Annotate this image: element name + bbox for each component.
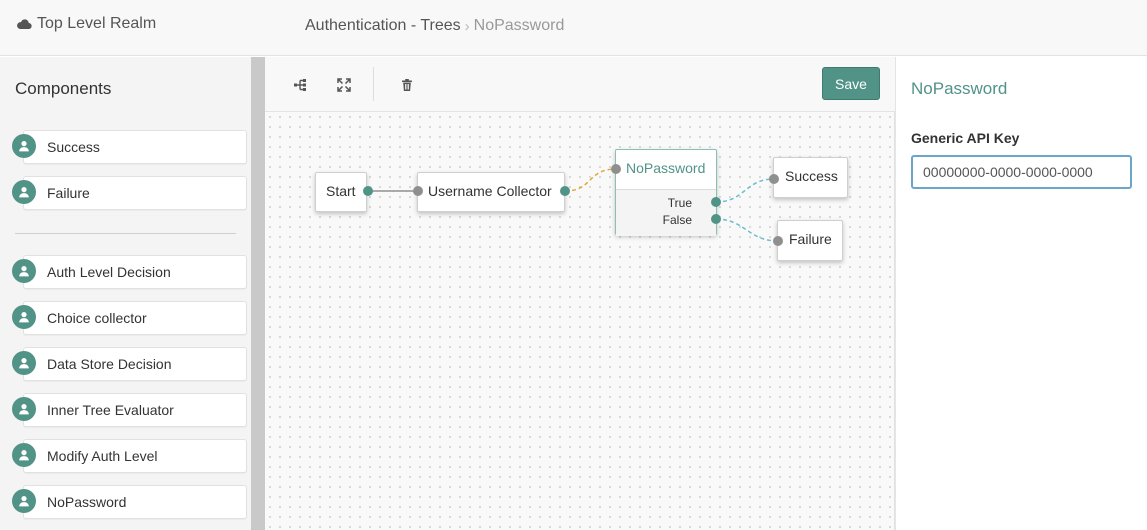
component-label: Modify Auth Level (47, 448, 158, 464)
breadcrumb: Authentication - Trees › NoPassword (305, 17, 564, 35)
component-label: Failure (47, 185, 90, 201)
editor-toolbar: Save (265, 57, 895, 112)
breadcrumb-current: NoPassword (473, 17, 565, 34)
component-label: Data Store Decision (47, 356, 172, 372)
node-username-collector[interactable]: Username Collector (417, 172, 565, 212)
node-label: Success (785, 168, 838, 184)
component-label: NoPassword (47, 494, 127, 510)
user-icon (12, 305, 36, 329)
component-label: Success (47, 139, 100, 155)
node-start[interactable]: Start (315, 172, 367, 212)
component-nopassword[interactable]: NoPassword (12, 485, 247, 521)
properties-title: NoPassword (911, 79, 1008, 98)
breadcrumb-parent[interactable]: Authentication - Trees (305, 17, 461, 35)
toolbar-separator (373, 67, 374, 101)
node-label: Username Collector (428, 183, 552, 199)
user-icon (12, 397, 36, 421)
component-failure[interactable]: Failure (12, 176, 247, 212)
cloud-icon (16, 16, 32, 32)
components-sidebar: Components Success Failure Auth Level De… (0, 57, 251, 530)
outcome-true-port[interactable] (711, 197, 721, 207)
node-failure[interactable]: Failure (777, 220, 843, 261)
node-start-output-port[interactable] (363, 186, 373, 196)
component-success[interactable]: Success (12, 130, 247, 166)
user-icon (12, 180, 36, 204)
node-title: NoPassword (626, 160, 706, 176)
realm-selector[interactable]: Top Level Realm (16, 15, 156, 33)
properties-panel: NoPassword Generic API Key (895, 57, 1147, 530)
sidebar-divider (15, 233, 236, 234)
user-icon (12, 134, 36, 158)
component-modify-auth-level[interactable]: Modify Auth Level (12, 439, 247, 475)
component-label: Auth Level Decision (47, 264, 171, 280)
api-key-label: Generic API Key (911, 130, 1020, 146)
tree-layout-icon[interactable] (289, 74, 311, 96)
panel-splitter[interactable] (251, 57, 265, 530)
realm-name: Top Level Realm (37, 15, 157, 32)
outcome-false-label: False (662, 213, 692, 227)
user-icon (12, 443, 36, 467)
user-icon (12, 489, 36, 513)
outcome-true-label: True (667, 196, 692, 210)
node-outcomes: True False (616, 189, 716, 236)
node-success-input-port[interactable] (769, 174, 779, 184)
node-username-output-port[interactable] (560, 186, 570, 196)
node-success[interactable]: Success (773, 157, 848, 198)
outcome-false-port[interactable] (711, 214, 721, 224)
component-auth-level-decision[interactable]: Auth Level Decision (12, 255, 247, 291)
sidebar-title: Components (15, 79, 112, 98)
component-label: Inner Tree Evaluator (47, 402, 174, 418)
node-label: Start (326, 183, 356, 199)
node-nopassword-input-port[interactable] (611, 164, 621, 174)
user-icon (12, 351, 36, 375)
node-username-input-port[interactable] (413, 186, 423, 196)
tree-editor: Save Start Username Collector NoPassword… (265, 57, 895, 530)
component-inner-tree-evaluator[interactable]: Inner Tree Evaluator (12, 393, 247, 429)
component-data-store-decision[interactable]: Data Store Decision (12, 347, 247, 383)
component-choice-collector[interactable]: Choice collector (12, 301, 247, 337)
top-bar: Top Level Realm Authentication - Trees ›… (0, 0, 1147, 56)
fullscreen-icon[interactable] (333, 74, 355, 96)
trash-icon[interactable] (396, 74, 418, 96)
breadcrumb-separator: › (464, 17, 470, 35)
user-icon (12, 259, 36, 283)
node-nopassword[interactable]: NoPassword True False (615, 149, 717, 236)
api-key-input[interactable] (911, 155, 1132, 189)
component-label: Choice collector (47, 310, 147, 326)
node-label: Failure (789, 231, 832, 247)
node-failure-input-port[interactable] (773, 236, 783, 246)
save-button[interactable]: Save (822, 67, 880, 100)
